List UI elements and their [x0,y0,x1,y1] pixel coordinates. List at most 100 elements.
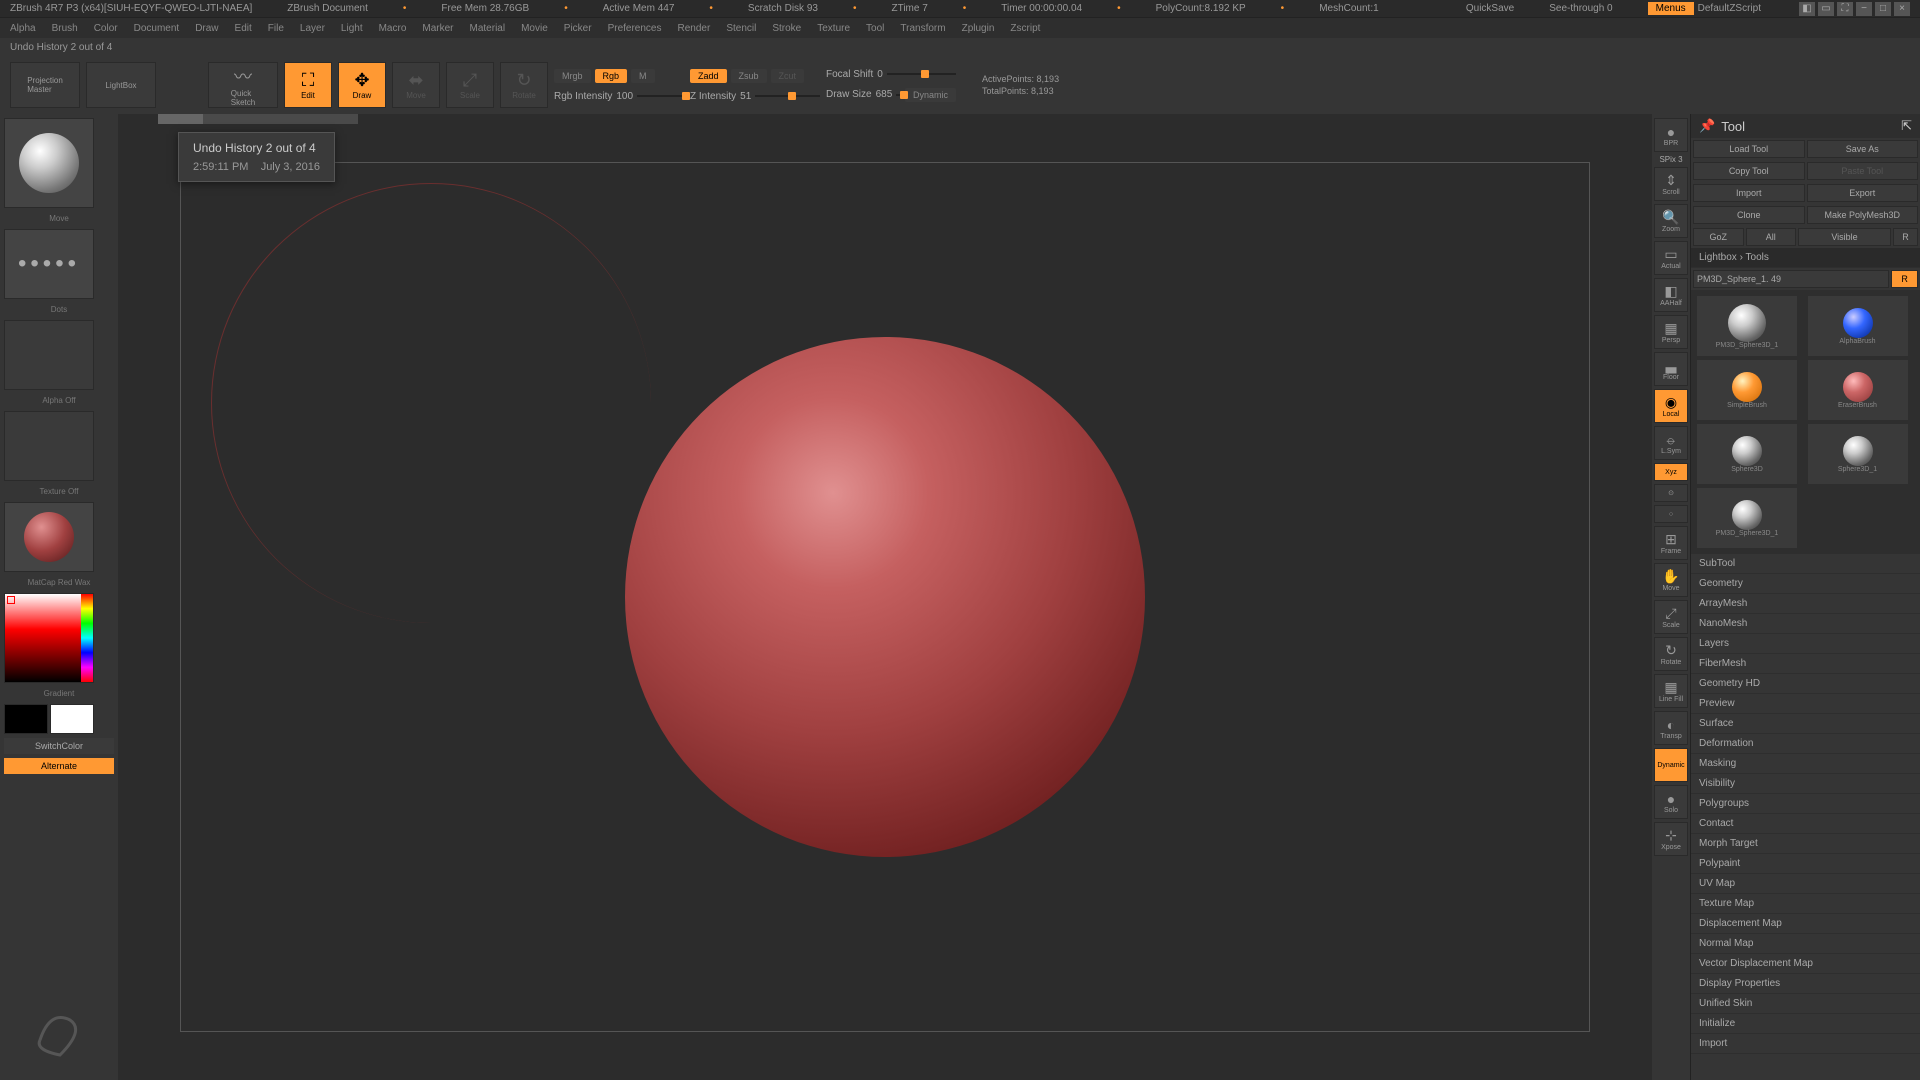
tool-section-texture-map[interactable]: Texture Map [1691,894,1920,914]
z-intensity-slider[interactable] [755,95,820,97]
menu-zscript[interactable]: Zscript [1010,23,1040,34]
local-button[interactable]: ◉Local [1654,389,1688,423]
paste-tool-button[interactable]: Paste Tool [1807,162,1919,180]
tool-section-polypaint[interactable]: Polypaint [1691,854,1920,874]
menus-toggle[interactable]: Menus [1648,2,1694,15]
lightbox-tools-header[interactable]: Lightbox › Tools [1691,248,1920,268]
rotate-button[interactable]: ↻Rotate [500,62,548,108]
collapse-icon[interactable]: ⇱ [1901,118,1912,134]
zadd-toggle[interactable]: Zadd [690,69,727,83]
menu-alpha[interactable]: Alpha [10,23,36,34]
window-icon-2[interactable]: ▭ [1818,2,1834,16]
tool-section-preview[interactable]: Preview [1691,694,1920,714]
menu-layer[interactable]: Layer [300,23,325,34]
quicksave-button[interactable]: QuickSave [1466,3,1514,14]
tool-thumb-1[interactable]: AlphaBrush [1808,296,1908,356]
tool-section-geometry-hd[interactable]: Geometry HD [1691,674,1920,694]
lsym-button[interactable]: ⦵L.Sym [1654,426,1688,460]
tool-section-display-properties[interactable]: Display Properties [1691,974,1920,994]
alpha-thumbnail[interactable] [4,320,94,390]
document-canvas[interactable] [180,162,1590,1032]
dock-btn-b[interactable]: ○ [1654,505,1688,523]
persp-button[interactable]: ▦Persp [1654,315,1688,349]
focal-shift-slider[interactable] [887,73,956,75]
draw-size-slider[interactable] [896,94,901,96]
aahalf-button[interactable]: ◧AAHalf [1654,278,1688,312]
menu-transform[interactable]: Transform [900,23,945,34]
move-nav-button[interactable]: ✋Move [1654,563,1688,597]
menu-movie[interactable]: Movie [521,23,548,34]
tool-section-deformation[interactable]: Deformation [1691,734,1920,754]
window-icon-3[interactable]: ⛶ [1837,2,1853,16]
tool-section-layers[interactable]: Layers [1691,634,1920,654]
tool-thumb-3[interactable]: EraserBrush [1808,360,1908,420]
menu-macro[interactable]: Macro [379,23,407,34]
dynamic-toggle[interactable]: Dynamic [905,88,956,102]
dock-btn-a[interactable]: ⊙ [1654,484,1688,502]
actual-button[interactable]: ▭Actual [1654,241,1688,275]
zsub-toggle[interactable]: Zsub [731,69,767,83]
tool-section-unified-skin[interactable]: Unified Skin [1691,994,1920,1014]
m-toggle[interactable]: M [631,69,655,83]
menu-material[interactable]: Material [470,23,506,34]
menu-tool[interactable]: Tool [866,23,884,34]
tool-section-surface[interactable]: Surface [1691,714,1920,734]
material-thumbnail[interactable] [4,502,94,572]
close-icon[interactable]: × [1894,2,1910,16]
projection-master-button[interactable]: Projection Master [10,62,80,108]
goz-all-button[interactable]: All [1746,228,1797,246]
menu-document[interactable]: Document [134,23,180,34]
zoom-button[interactable]: 🔍Zoom [1654,204,1688,238]
xpose-button[interactable]: ⊹Xpose [1654,822,1688,856]
linefill-button[interactable]: ▦Line Fill [1654,674,1688,708]
texture-thumbnail[interactable] [4,411,94,481]
tool-thumb-4[interactable]: Sphere3D [1697,424,1797,484]
edit-button[interactable]: ⛶Edit [284,62,332,108]
maximize-icon[interactable]: □ [1875,2,1891,16]
canvas-area[interactable]: Undo History 2 out of 4 2:59:11 PM July … [118,114,1652,1080]
menu-light[interactable]: Light [341,23,363,34]
goz-button[interactable]: GoZ [1693,228,1744,246]
scale-button[interactable]: ⤢Scale [446,62,494,108]
draw-button[interactable]: ✥Draw [338,62,386,108]
mrgb-toggle[interactable]: Mrgb [554,69,591,83]
copy-tool-button[interactable]: Copy Tool [1693,162,1805,180]
switch-color-button[interactable]: SwitchColor [4,738,114,754]
menu-draw[interactable]: Draw [195,23,218,34]
goz-r-button[interactable]: R [1893,228,1918,246]
menu-edit[interactable]: Edit [235,23,252,34]
tool-thumb-0[interactable]: PM3D_Sphere3D_1 [1697,296,1797,356]
clone-button[interactable]: Clone [1693,206,1805,224]
export-button[interactable]: Export [1807,184,1919,202]
hue-strip[interactable] [81,594,93,682]
window-icon-1[interactable]: ◧ [1799,2,1815,16]
import-button[interactable]: Import [1693,184,1805,202]
tool-section-displacement-map[interactable]: Displacement Map [1691,914,1920,934]
frame-button[interactable]: ⊞Frame [1654,526,1688,560]
move-button[interactable]: ⬌Move [392,62,440,108]
minimize-icon[interactable]: − [1856,2,1872,16]
tool-section-normal-map[interactable]: Normal Map [1691,934,1920,954]
floor-button[interactable]: ▃Floor [1654,352,1688,386]
menu-brush[interactable]: Brush [52,23,78,34]
tool-section-initialize[interactable]: Initialize [1691,1014,1920,1034]
tool-section-masking[interactable]: Masking [1691,754,1920,774]
solo-button[interactable]: ●Solo [1654,785,1688,819]
lightbox-button[interactable]: LightBox [86,62,156,108]
menu-stroke[interactable]: Stroke [772,23,801,34]
menu-render[interactable]: Render [678,23,711,34]
tool-section-geometry[interactable]: Geometry [1691,574,1920,594]
gradient-label[interactable]: Gradient [4,687,114,700]
menu-color[interactable]: Color [94,23,118,34]
transp-button[interactable]: ◐Transp [1654,711,1688,745]
tool-section-nanomesh[interactable]: NanoMesh [1691,614,1920,634]
load-tool-button[interactable]: Load Tool [1693,140,1805,158]
tool-thumb-5[interactable]: Sphere3D_1 [1808,424,1908,484]
r-button[interactable]: R [1891,270,1918,288]
primary-color-swatch[interactable] [50,704,94,734]
tool-section-vector-displacement-map[interactable]: Vector Displacement Map [1691,954,1920,974]
sphere-mesh[interactable] [625,337,1145,857]
goz-visible-button[interactable]: Visible [1798,228,1891,246]
menu-preferences[interactable]: Preferences [608,23,662,34]
current-tool-name[interactable]: PM3D_Sphere_1. 49 [1693,270,1889,288]
